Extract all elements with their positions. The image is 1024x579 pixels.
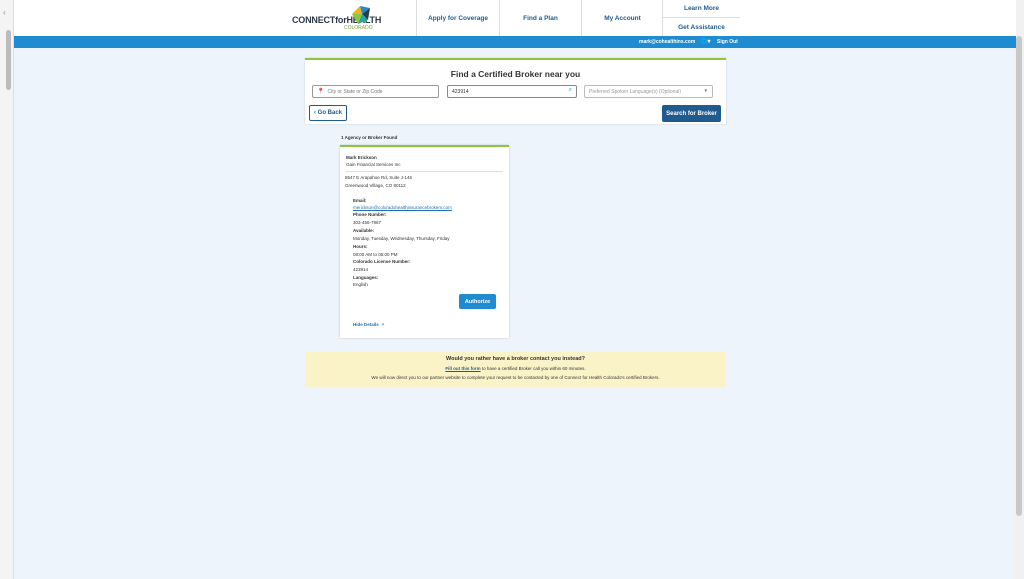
go-back-label: Go Back: [317, 110, 342, 116]
language-dropdown-chevron-icon: ▾: [707, 39, 711, 45]
user-bar: mark@cohealthins.com 🌐▾ Sign Out: [14, 36, 1016, 48]
nav-find-a-plan[interactable]: Find a Plan: [499, 0, 581, 36]
chevron-up-icon: ˄: [381, 322, 385, 327]
broker-name: Mark Erickson: [346, 155, 377, 160]
broker-result-card: Mark Erickson Gain Financial Services In…: [340, 145, 509, 338]
sign-out-link[interactable]: Sign Out: [717, 39, 738, 45]
phone-label: Phone Number:: [353, 212, 387, 217]
hide-details-label: Hide Details: [353, 322, 379, 327]
hide-details-toggle[interactable]: Hide Details ˄: [353, 322, 384, 327]
form-link-suffix: to have a certified Broker call you with…: [480, 366, 586, 371]
broker-available-days: Monday, Tuesday, Wednesday, Thursday, Fr…: [353, 236, 450, 241]
user-email[interactable]: mark@cohealthins.com: [639, 39, 695, 45]
broker-hours: 08:00 AM to 05:00 PM: [353, 252, 398, 257]
go-back-button[interactable]: ‹ Go Back: [309, 105, 347, 121]
left-scrollbar-thumb[interactable]: [6, 30, 11, 90]
colorado-mark-icon: [352, 6, 370, 24]
contact-form-line: Fill out this form to have a certified B…: [305, 366, 726, 371]
nav-apply-for-coverage[interactable]: Apply for Coverage: [416, 0, 499, 36]
nav-my-account-label: My Account: [604, 14, 641, 22]
broker-agency: Gain Financial Services Inc: [346, 162, 401, 167]
page-scrollbar[interactable]: [1014, 0, 1024, 579]
left-panel-rail: ‹: [0, 0, 14, 579]
language-select-placeholder: Preferred Spoken Language(s) (Optional): [589, 88, 681, 95]
broker-address-line2: Greenwood Village, CO 80112: [345, 183, 406, 188]
preferred-language-select[interactable]: Preferred Spoken Language(s) (Optional) …: [584, 85, 713, 98]
city-state-zip-input[interactable]: 📍 City or State or Zip Code: [312, 85, 439, 98]
broker-email-link[interactable]: merickson@coloradohealthinsurancebrokers…: [353, 205, 452, 210]
nav-my-account[interactable]: My Account: [581, 0, 663, 36]
hours-label: Hours:: [353, 244, 368, 249]
broker-address-line1: 8547 E Arapahoe Rd, Suite J-146: [345, 175, 413, 180]
search-icon[interactable]: ⌕: [569, 87, 572, 94]
license-label: Colorado License Number:: [353, 259, 411, 264]
broker-phone: 303-456-7967: [353, 220, 382, 225]
nav-right-column: Learn More Get Assistance: [662, 0, 740, 36]
nav-apply-label: Apply for Coverage: [428, 14, 488, 22]
collapse-arrow-icon[interactable]: ‹: [3, 8, 6, 17]
globe-icon[interactable]: 🌐▾: [700, 38, 711, 45]
contact-question: Would you rather have a broker contact y…: [446, 356, 585, 362]
search-for-broker-button[interactable]: Search for Broker: [662, 105, 721, 122]
site-header: CONNECTforHEALTH COLORADO Apply for Cove…: [14, 0, 1016, 36]
broker-search-panel: Find a Certified Broker near you 📍 City …: [305, 58, 726, 124]
page-title: Find a Certified Broker near you: [450, 69, 581, 79]
location-pin-icon: 📍: [317, 89, 325, 95]
redirect-note: We will now direct you to our partner we…: [371, 375, 660, 380]
broker-license-number: 423914: [353, 267, 369, 272]
page-scrollbar-thumb[interactable]: [1016, 36, 1022, 516]
nav-learn-more[interactable]: Learn More: [663, 0, 740, 18]
card-divider: [346, 171, 503, 172]
email-label: Email:: [353, 198, 367, 203]
nav-get-assistance[interactable]: Get Assistance: [663, 18, 740, 36]
available-label: Available:: [353, 228, 375, 233]
authorize-button[interactable]: Authorize: [459, 294, 496, 309]
license-number-input[interactable]: 423914 ⌕: [447, 85, 577, 98]
license-input-value: 423914: [452, 88, 469, 95]
chevron-down-icon: ▾: [704, 88, 707, 94]
broker-languages: English: [353, 282, 368, 287]
languages-label: Languages:: [353, 275, 379, 280]
nav-find-plan-label: Find a Plan: [523, 14, 558, 22]
city-input-placeholder: City or State or Zip Code: [327, 88, 383, 95]
fill-out-form-link[interactable]: Fill out this form: [445, 366, 480, 371]
connect-for-health-logo[interactable]: CONNECTforHEALTH COLORADO: [292, 4, 402, 32]
results-count: 1 Agency or Broker Found: [341, 135, 398, 140]
broker-contact-request-box: Would you rather have a broker contact y…: [305, 352, 726, 387]
